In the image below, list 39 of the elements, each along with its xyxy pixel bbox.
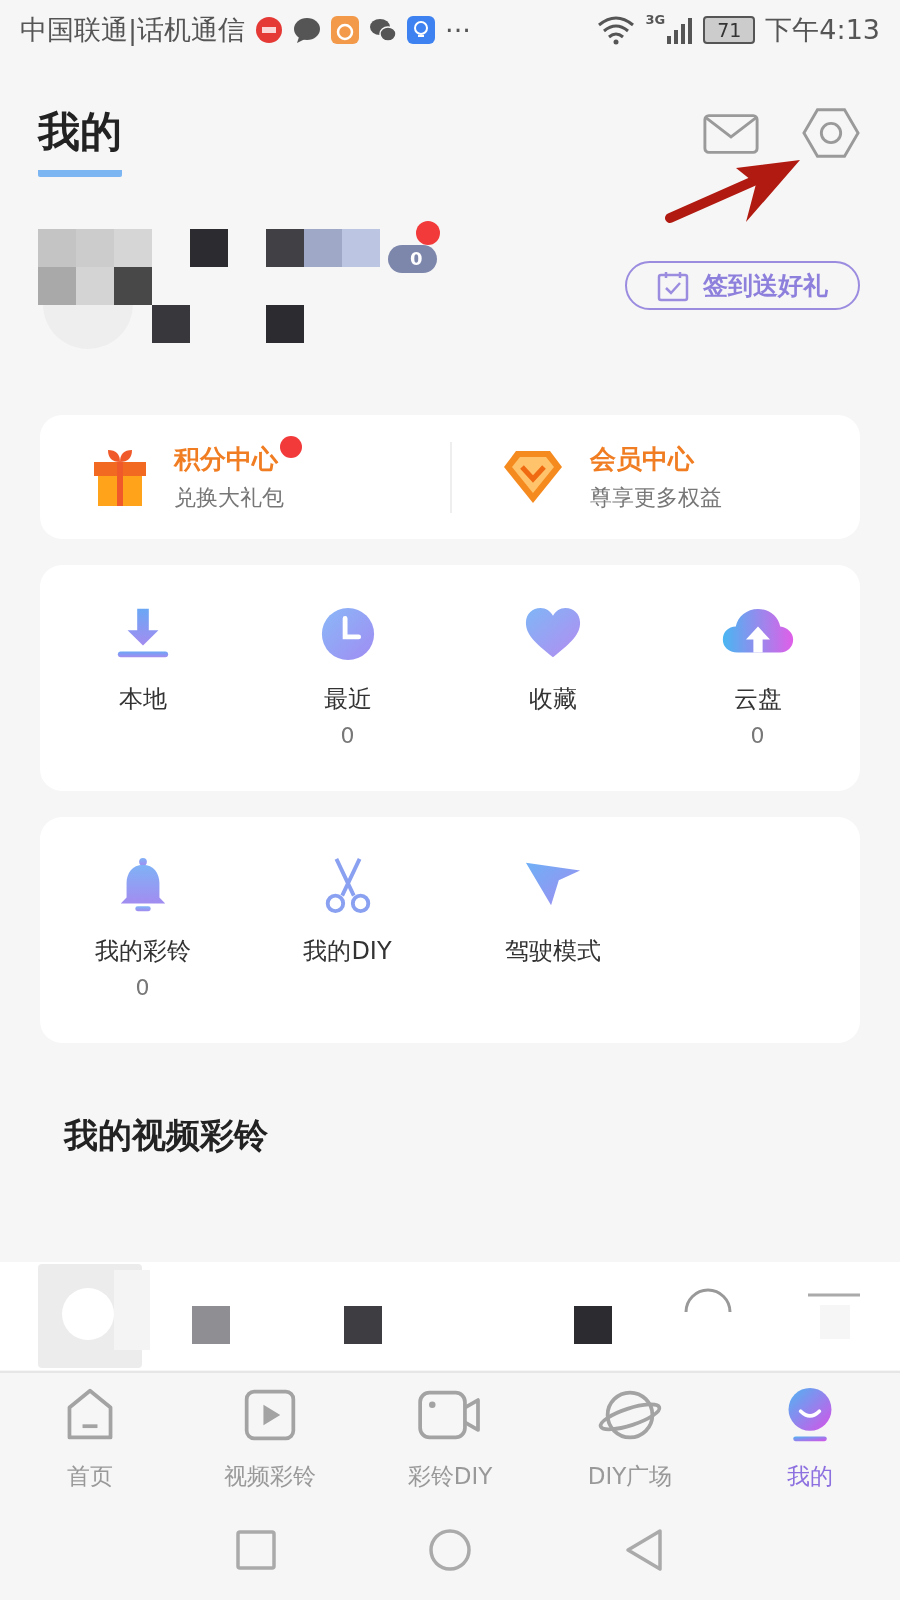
lightbulb-icon <box>407 16 436 44</box>
benefit-title[interactable]: 会员中心 <box>590 441 694 477</box>
app-badge-icon <box>255 16 284 44</box>
tab-item[interactable]: 彩铃DIY <box>360 1373 540 1503</box>
tab-item[interactable]: 首页 <box>0 1373 180 1503</box>
carrier-text: 中国联通|话机通信 <box>20 13 246 48</box>
benefit-subtitle: 尊享更多权益 <box>590 483 722 512</box>
sign-in-gift-button[interactable]: 签到送好礼 <box>625 261 860 310</box>
page-title: 我的 <box>38 104 122 177</box>
section-title: 我的视频彩铃 <box>62 1114 269 1157</box>
shortcut-label[interactable]: 最近 <box>323 683 372 715</box>
tab-item[interactable]: DIY广场 <box>540 1373 720 1503</box>
play-icon <box>242 1387 298 1443</box>
calendar-check-icon <box>657 269 689 302</box>
shortcut-label[interactable]: 本地 <box>118 683 167 715</box>
tab-item[interactable]: 我的 <box>720 1373 900 1503</box>
shortcut-label[interactable]: 我的DIY <box>303 935 392 967</box>
benefit-subtitle: 兑换大礼包 <box>174 483 285 512</box>
recent-apps-icon[interactable] <box>234 1528 278 1572</box>
item-count: 0 <box>135 975 150 1000</box>
wechat-icon <box>369 16 398 44</box>
signal-icon <box>667 16 694 44</box>
chat-bubble-icon <box>293 16 322 44</box>
benefit-title[interactable]: 积分中心 <box>174 441 278 477</box>
wifi-icon <box>597 15 636 45</box>
diamond-icon <box>502 449 564 505</box>
tab-item[interactable]: 视频彩铃 <box>180 1373 360 1503</box>
shortcut-label[interactable]: 我的彩铃 <box>94 935 191 967</box>
item-count: 0 <box>750 723 765 748</box>
shortcut-label[interactable]: 云盘 <box>733 683 782 715</box>
badge-count: 0 <box>388 245 437 273</box>
network-type-text: 3G <box>645 12 666 27</box>
shortcut-label[interactable]: 收藏 <box>528 683 577 715</box>
item-count: 0 <box>340 723 355 748</box>
battery-indicator: 71 <box>703 16 756 44</box>
clock-text: 下午4:13 <box>765 13 880 47</box>
more-notifications-text: ··· <box>445 14 471 46</box>
shortcut-label[interactable]: 驾驶模式 <box>504 935 601 967</box>
home-button-icon[interactable] <box>428 1528 472 1572</box>
